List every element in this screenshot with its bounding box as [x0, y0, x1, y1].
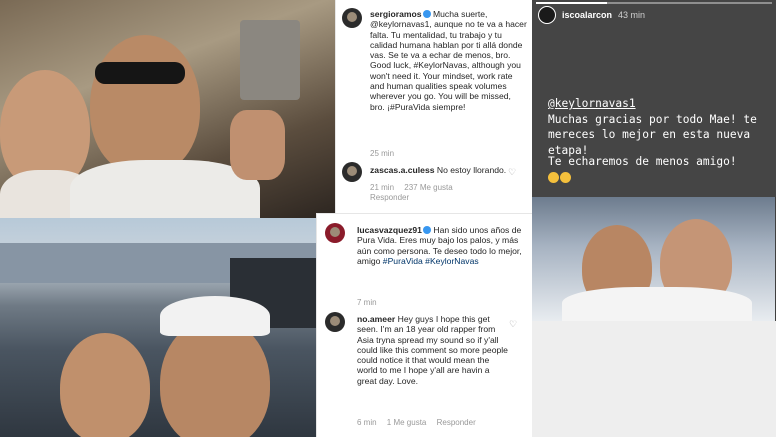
comment-meta: 6 min 1 Me gusta Responder: [357, 418, 484, 427]
instagram-story: iscoalarcon 43 min @keylornavas1 Muchas …: [532, 0, 776, 437]
white-shirts: [562, 287, 752, 321]
story-progress-fill: [536, 2, 607, 4]
comment-text: Hey guys I hope this get seen. I'm an 18…: [357, 314, 508, 386]
reply-button[interactable]: Responder: [370, 193, 409, 202]
comment-username[interactable]: lucasvazquez91: [357, 225, 422, 235]
caption-body: lucasvazquez91 Han sido unos años de Pur…: [357, 225, 527, 266]
comment-meta: 21 min 237 Me gusta: [370, 183, 461, 192]
comment-time: 21 min: [370, 183, 395, 192]
comment-meta: 25 min: [370, 149, 402, 158]
reply-body: zascas.a.culess No estoy llorando.: [370, 165, 510, 175]
story-message-2-text: Te echaremos de menos amigo!: [548, 155, 737, 168]
avatar[interactable]: [325, 312, 345, 332]
story-mention[interactable]: @keylornavas1: [548, 97, 636, 110]
comment-username[interactable]: sergioramos: [370, 9, 422, 19]
heart-icon[interactable]: ♡: [509, 319, 517, 330]
heart-icon[interactable]: ♡: [508, 167, 516, 178]
story-message: @keylornavas1 Muchas gracias por todo Ma…: [548, 96, 774, 158]
comment-username[interactable]: zascas.a.culess: [370, 165, 435, 175]
white-cap: [160, 296, 270, 336]
story-blank-area: [532, 321, 776, 437]
comment-text: Mucha suerte, @keylornavas1, aunque no t…: [370, 9, 527, 112]
comment-username[interactable]: no.ameer: [357, 314, 395, 324]
verified-badge-icon: [422, 9, 431, 18]
avatar[interactable]: [325, 223, 345, 243]
comment-text: No estoy llorando.: [436, 165, 507, 175]
hand-gesture: [230, 110, 285, 180]
avatar[interactable]: [538, 6, 556, 24]
story-message-text: Muchas gracias por todo Mae! te mereces …: [548, 112, 757, 157]
comment-likes[interactable]: 1 Me gusta: [387, 418, 427, 427]
story-progress-bar: [536, 2, 772, 4]
reply-body: no.ameer Hey guys I hope this get seen. …: [357, 314, 509, 386]
person-right: [90, 35, 200, 175]
story-username[interactable]: iscoalarcon: [562, 10, 612, 20]
person-left: [60, 333, 150, 437]
reply-button[interactable]: Responder: [437, 418, 476, 427]
crying-face-icon: [560, 172, 571, 183]
post-comments-pane-1: sergioramos Mucha suerte, @keylornavas1,…: [335, 0, 532, 213]
sunglasses: [95, 62, 185, 84]
comment-time: 6 min: [357, 418, 377, 427]
crying-face-icon: [548, 172, 559, 183]
story-message-2: Te echaremos de menos amigo!: [548, 154, 774, 185]
avatar[interactable]: [342, 8, 362, 28]
story-photo-isco-navas: [532, 197, 775, 321]
selfie-photo-ramos-navas: [0, 0, 335, 218]
wall-crest: [240, 20, 300, 100]
caption-body: sergioramos Mucha suerte, @keylornavas1,…: [370, 9, 528, 112]
verified-badge-icon: [422, 225, 431, 234]
comment-time: 7 min: [357, 298, 377, 307]
comment-time: 25 min: [370, 149, 395, 158]
selfie-photo-lucas-navas: [0, 218, 316, 437]
post-comments-pane-2: lucasvazquez91 Han sido unos años de Pur…: [316, 213, 532, 437]
story-time: 43 min: [618, 10, 646, 20]
comment-hashtags[interactable]: #PuraVida #KeylorNavas: [383, 256, 479, 266]
comment-meta: 7 min: [357, 298, 385, 307]
avatar[interactable]: [342, 162, 362, 182]
comment-likes[interactable]: 237 Me gusta: [404, 183, 452, 192]
story-header: iscoalarcon 43 min: [538, 6, 645, 24]
